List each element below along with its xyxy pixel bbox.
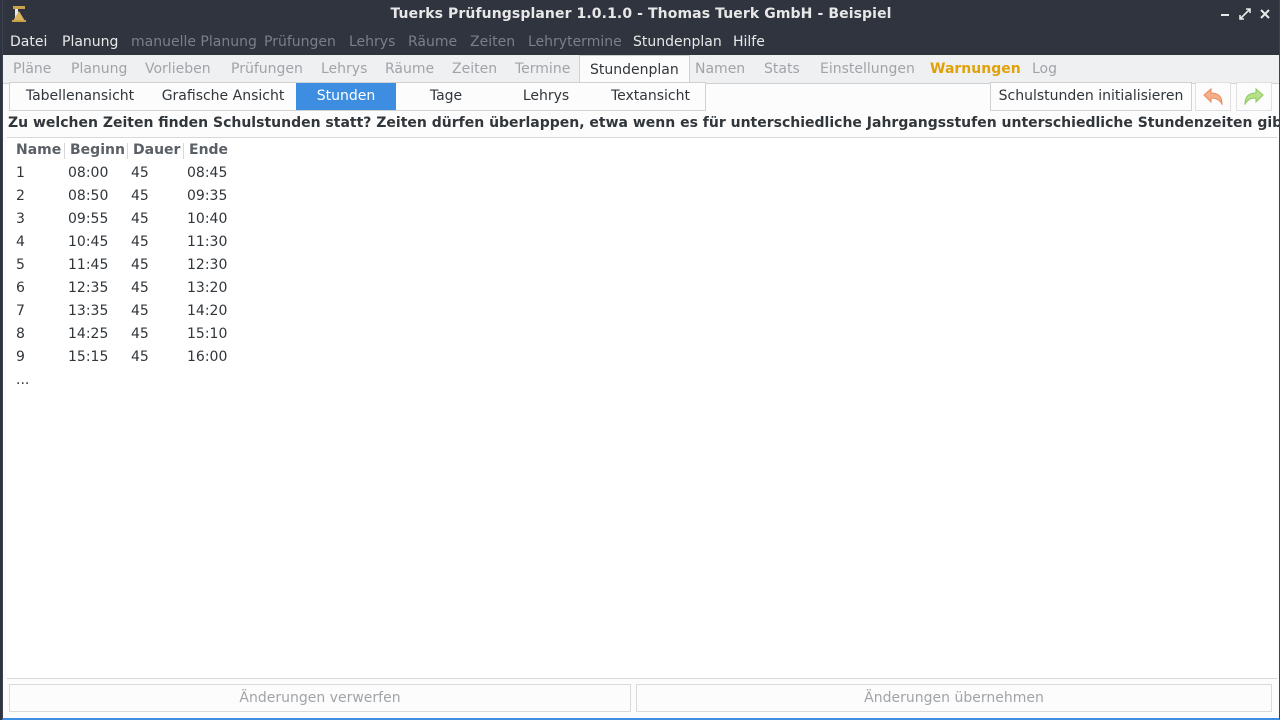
cell-beginn[interactable]: 08:50 bbox=[68, 188, 108, 204]
tab-vorlieben[interactable]: Vorlieben bbox=[145, 61, 211, 77]
cell-ende[interactable]: 13:20 bbox=[187, 280, 227, 296]
menu-stundenplan[interactable]: Stundenplan bbox=[633, 34, 722, 50]
subtab-tabellenansicht[interactable]: Tabellenansicht bbox=[10, 83, 150, 110]
cell-name[interactable]: 6 bbox=[16, 280, 25, 296]
cell-beginn[interactable]: 10:45 bbox=[68, 234, 108, 250]
column-header-beginn[interactable]: Beginn bbox=[70, 142, 125, 158]
subtab-lehrys[interactable]: Lehrys bbox=[496, 83, 596, 110]
tab-raeume[interactable]: Räume bbox=[385, 61, 434, 77]
tab-warnungen[interactable]: Warnungen bbox=[930, 61, 1021, 77]
redo-arrow-icon bbox=[1244, 87, 1264, 106]
tab-stundenplan[interactable]: Stundenplan bbox=[579, 55, 690, 84]
redo-button[interactable] bbox=[1236, 82, 1272, 111]
main-tab-bar: Pläne Planung Vorlieben Prüfungen Lehrys… bbox=[3, 55, 1279, 84]
cell-ende[interactable]: 10:40 bbox=[187, 211, 227, 227]
tab-einstellungen[interactable]: Einstellungen bbox=[820, 61, 915, 77]
app-window: Tuerks Prüfungsplaner 1.0.1.0 - Thomas T… bbox=[2, 0, 1280, 720]
tab-stats[interactable]: Stats bbox=[764, 61, 800, 77]
init-school-hours-button[interactable]: Schulstunden initialisieren bbox=[990, 82, 1192, 111]
tab-namen[interactable]: Namen bbox=[695, 61, 745, 77]
cell-beginn[interactable]: 13:35 bbox=[68, 303, 108, 319]
menu-hilfe[interactable]: Hilfe bbox=[733, 34, 765, 50]
cell-ende[interactable]: 11:30 bbox=[187, 234, 227, 250]
sub-tab-bar: Tabellenansicht Grafische Ansicht Stunde… bbox=[9, 82, 706, 111]
tab-pruefungen[interactable]: Prüfungen bbox=[231, 61, 303, 77]
subtab-tage[interactable]: Tage bbox=[396, 83, 496, 110]
subtab-textansicht[interactable]: Textansicht bbox=[596, 83, 705, 110]
cell-beginn[interactable]: 14:25 bbox=[68, 326, 108, 342]
help-question-text: Zu welchen Zeiten finden Schulstunden st… bbox=[8, 115, 1280, 131]
cell-name[interactable]: 7 bbox=[16, 303, 25, 319]
cell-name[interactable]: 4 bbox=[16, 234, 25, 250]
tab-termine[interactable]: Termine bbox=[515, 61, 570, 77]
menu-planung[interactable]: Planung bbox=[62, 34, 118, 50]
cell-name[interactable]: 3 bbox=[16, 211, 25, 227]
cell-name[interactable]: 5 bbox=[16, 257, 25, 273]
cell-dauer[interactable]: 45 bbox=[131, 188, 149, 204]
menu-bar: Datei Planung manuelle Planung Prüfungen… bbox=[3, 30, 1279, 55]
cell-dauer[interactable]: 45 bbox=[131, 165, 149, 181]
column-separator bbox=[183, 143, 184, 159]
cell-beginn[interactable]: 12:35 bbox=[68, 280, 108, 296]
cell-beginn[interactable]: 15:15 bbox=[68, 349, 108, 365]
discard-changes-button[interactable]: Änderungen verwerfen bbox=[9, 684, 631, 712]
menu-pruefungen[interactable]: Prüfungen bbox=[264, 34, 336, 50]
menu-datei[interactable]: Datei bbox=[10, 34, 47, 50]
cell-dauer[interactable]: 45 bbox=[131, 349, 149, 365]
menu-raeume[interactable]: Räume bbox=[408, 34, 457, 50]
column-separator bbox=[127, 143, 128, 159]
subtab-stunden[interactable]: Stunden bbox=[296, 83, 396, 110]
cell-beginn[interactable]: 09:55 bbox=[68, 211, 108, 227]
cell-ende[interactable]: 16:00 bbox=[187, 349, 227, 365]
menu-zeiten[interactable]: Zeiten bbox=[470, 34, 515, 50]
tab-planung[interactable]: Planung bbox=[71, 61, 127, 77]
cell-name[interactable]: 1 bbox=[16, 165, 25, 181]
cell-ende[interactable]: 08:45 bbox=[187, 165, 227, 181]
menu-manuelle-planung[interactable]: manuelle Planung bbox=[131, 34, 257, 50]
menu-lehrys[interactable]: Lehrys bbox=[349, 34, 395, 50]
column-header-dauer[interactable]: Dauer bbox=[133, 142, 180, 158]
cell-dauer[interactable]: 45 bbox=[131, 326, 149, 342]
cell-dauer[interactable]: 45 bbox=[131, 303, 149, 319]
title-bar[interactable]: Tuerks Prüfungsplaner 1.0.1.0 - Thomas T… bbox=[3, 0, 1279, 30]
cell-ende[interactable]: 15:10 bbox=[187, 326, 227, 342]
column-header-ende[interactable]: Ende bbox=[189, 142, 228, 158]
cell-dauer[interactable]: 45 bbox=[131, 257, 149, 273]
tab-zeiten[interactable]: Zeiten bbox=[452, 61, 497, 77]
tab-lehrys[interactable]: Lehrys bbox=[321, 61, 367, 77]
cell-dauer[interactable]: 45 bbox=[131, 211, 149, 227]
maximize-icon[interactable] bbox=[1239, 8, 1251, 20]
cell-beginn[interactable]: 11:45 bbox=[68, 257, 108, 273]
cell-ende[interactable]: 14:20 bbox=[187, 303, 227, 319]
close-icon[interactable] bbox=[1259, 8, 1271, 20]
school-hours-table[interactable]: Name Beginn Dauer Ende 1 08:00 45 08:45 … bbox=[7, 137, 1277, 679]
cell-ende[interactable]: 12:30 bbox=[187, 257, 227, 273]
cell-name[interactable]: 9 bbox=[16, 349, 25, 365]
tab-plaene[interactable]: Pläne bbox=[13, 61, 51, 77]
cell-dauer[interactable]: 45 bbox=[131, 280, 149, 296]
subtab-grafische-ansicht[interactable]: Grafische Ansicht bbox=[150, 83, 296, 110]
minimize-icon[interactable] bbox=[1219, 8, 1231, 20]
apply-changes-button[interactable]: Änderungen übernehmen bbox=[636, 684, 1272, 712]
column-separator bbox=[64, 143, 65, 159]
cell-name[interactable]: 2 bbox=[16, 188, 25, 204]
undo-arrow-icon bbox=[1203, 87, 1223, 106]
tab-log[interactable]: Log bbox=[1032, 61, 1057, 77]
column-header-name[interactable]: Name bbox=[16, 142, 61, 158]
more-rows-indicator[interactable]: ... bbox=[16, 372, 29, 388]
cell-name[interactable]: 8 bbox=[16, 326, 25, 342]
cell-ende[interactable]: 09:35 bbox=[187, 188, 227, 204]
undo-button[interactable] bbox=[1195, 82, 1231, 111]
cell-beginn[interactable]: 08:00 bbox=[68, 165, 108, 181]
menu-lehrytermine[interactable]: Lehrytermine bbox=[528, 34, 622, 50]
window-title: Tuerks Prüfungsplaner 1.0.1.0 - Thomas T… bbox=[390, 6, 892, 22]
cell-dauer[interactable]: 45 bbox=[131, 234, 149, 250]
